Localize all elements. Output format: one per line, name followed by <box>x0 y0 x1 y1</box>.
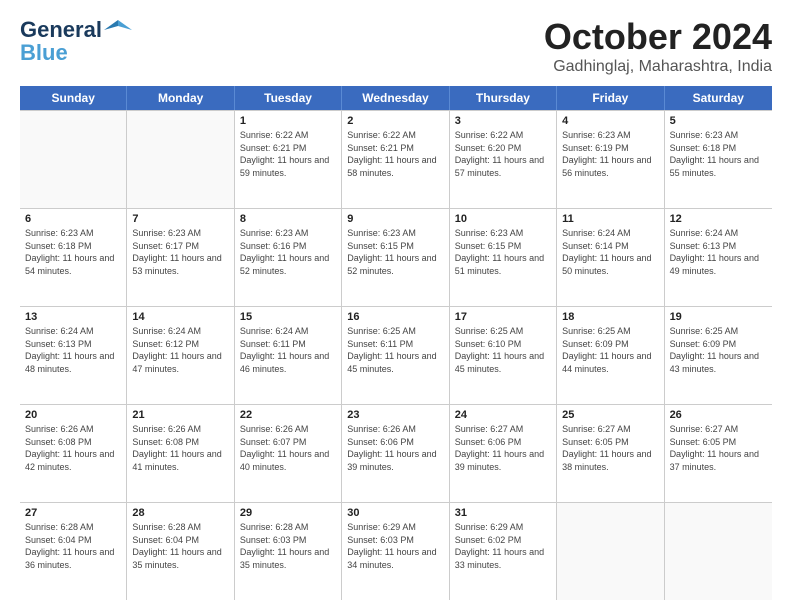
cell-w5-d1: 28Sunrise: 6:28 AMSunset: 6:04 PMDayligh… <box>127 503 234 600</box>
cell-w4-d6: 26Sunrise: 6:27 AMSunset: 6:05 PMDayligh… <box>665 405 772 502</box>
calendar: Sunday Monday Tuesday Wednesday Thursday… <box>20 86 772 600</box>
cell-w1-d0 <box>20 111 127 208</box>
cell-w3-d3: 16Sunrise: 6:25 AMSunset: 6:11 PMDayligh… <box>342 307 449 404</box>
cell-w1-d3: 2Sunrise: 6:22 AMSunset: 6:21 PMDaylight… <box>342 111 449 208</box>
header-tuesday: Tuesday <box>235 86 342 110</box>
header-monday: Monday <box>127 86 234 110</box>
logo-bird-icon <box>104 16 132 44</box>
cell-w5-d2: 29Sunrise: 6:28 AMSunset: 6:03 PMDayligh… <box>235 503 342 600</box>
week-row-1: 1Sunrise: 6:22 AMSunset: 6:21 PMDaylight… <box>20 111 772 209</box>
cell-w2-d5: 11Sunrise: 6:24 AMSunset: 6:14 PMDayligh… <box>557 209 664 306</box>
cell-w5-d6 <box>665 503 772 600</box>
cell-w2-d2: 8Sunrise: 6:23 AMSunset: 6:16 PMDaylight… <box>235 209 342 306</box>
cell-w3-d2: 15Sunrise: 6:24 AMSunset: 6:11 PMDayligh… <box>235 307 342 404</box>
cell-w4-d5: 25Sunrise: 6:27 AMSunset: 6:05 PMDayligh… <box>557 405 664 502</box>
cell-w5-d0: 27Sunrise: 6:28 AMSunset: 6:04 PMDayligh… <box>20 503 127 600</box>
cell-w5-d3: 30Sunrise: 6:29 AMSunset: 6:03 PMDayligh… <box>342 503 449 600</box>
week-row-5: 27Sunrise: 6:28 AMSunset: 6:04 PMDayligh… <box>20 503 772 600</box>
calendar-body: 1Sunrise: 6:22 AMSunset: 6:21 PMDaylight… <box>20 110 772 600</box>
cell-w5-d4: 31Sunrise: 6:29 AMSunset: 6:02 PMDayligh… <box>450 503 557 600</box>
logo: General Blue <box>20 16 132 66</box>
calendar-header: Sunday Monday Tuesday Wednesday Thursday… <box>20 86 772 110</box>
week-row-2: 6Sunrise: 6:23 AMSunset: 6:18 PMDaylight… <box>20 209 772 307</box>
cell-w1-d6: 5Sunrise: 6:23 AMSunset: 6:18 PMDaylight… <box>665 111 772 208</box>
cell-w4-d2: 22Sunrise: 6:26 AMSunset: 6:07 PMDayligh… <box>235 405 342 502</box>
title-block: October 2024 Gadhinglaj, Maharashtra, In… <box>544 16 772 76</box>
cell-w4-d0: 20Sunrise: 6:26 AMSunset: 6:08 PMDayligh… <box>20 405 127 502</box>
cell-w1-d4: 3Sunrise: 6:22 AMSunset: 6:20 PMDaylight… <box>450 111 557 208</box>
cell-w2-d0: 6Sunrise: 6:23 AMSunset: 6:18 PMDaylight… <box>20 209 127 306</box>
week-row-3: 13Sunrise: 6:24 AMSunset: 6:13 PMDayligh… <box>20 307 772 405</box>
cell-w1-d5: 4Sunrise: 6:23 AMSunset: 6:19 PMDaylight… <box>557 111 664 208</box>
cell-w3-d0: 13Sunrise: 6:24 AMSunset: 6:13 PMDayligh… <box>20 307 127 404</box>
cell-w1-d2: 1Sunrise: 6:22 AMSunset: 6:21 PMDaylight… <box>235 111 342 208</box>
header-saturday: Saturday <box>665 86 772 110</box>
page-title: October 2024 <box>544 16 772 58</box>
header-friday: Friday <box>557 86 664 110</box>
cell-w4-d1: 21Sunrise: 6:26 AMSunset: 6:08 PMDayligh… <box>127 405 234 502</box>
cell-w3-d1: 14Sunrise: 6:24 AMSunset: 6:12 PMDayligh… <box>127 307 234 404</box>
cell-w2-d3: 9Sunrise: 6:23 AMSunset: 6:15 PMDaylight… <box>342 209 449 306</box>
cell-w1-d1 <box>127 111 234 208</box>
header-thursday: Thursday <box>450 86 557 110</box>
cell-w4-d4: 24Sunrise: 6:27 AMSunset: 6:06 PMDayligh… <box>450 405 557 502</box>
cell-w2-d1: 7Sunrise: 6:23 AMSunset: 6:17 PMDaylight… <box>127 209 234 306</box>
page-subtitle: Gadhinglaj, Maharashtra, India <box>544 58 772 76</box>
header-sunday: Sunday <box>20 86 127 110</box>
cell-w4-d3: 23Sunrise: 6:26 AMSunset: 6:06 PMDayligh… <box>342 405 449 502</box>
cell-w5-d5 <box>557 503 664 600</box>
header: General Blue October 2024 Gadhinglaj, Ma… <box>20 16 772 76</box>
cell-w3-d5: 18Sunrise: 6:25 AMSunset: 6:09 PMDayligh… <box>557 307 664 404</box>
cell-w3-d6: 19Sunrise: 6:25 AMSunset: 6:09 PMDayligh… <box>665 307 772 404</box>
cell-w2-d6: 12Sunrise: 6:24 AMSunset: 6:13 PMDayligh… <box>665 209 772 306</box>
page: General Blue October 2024 Gadhinglaj, Ma… <box>0 0 792 612</box>
cell-w2-d4: 10Sunrise: 6:23 AMSunset: 6:15 PMDayligh… <box>450 209 557 306</box>
week-row-4: 20Sunrise: 6:26 AMSunset: 6:08 PMDayligh… <box>20 405 772 503</box>
logo-blue: Blue <box>20 40 68 66</box>
cell-w3-d4: 17Sunrise: 6:25 AMSunset: 6:10 PMDayligh… <box>450 307 557 404</box>
header-wednesday: Wednesday <box>342 86 449 110</box>
